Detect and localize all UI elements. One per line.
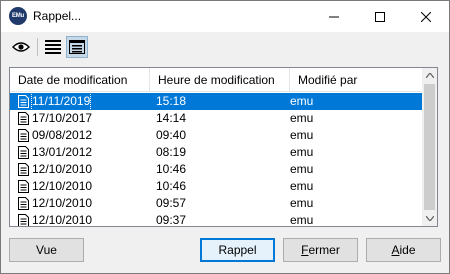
cell-time: 09:40 bbox=[156, 128, 187, 142]
cell-date: 09/08/2012 bbox=[32, 128, 93, 142]
cell-user: emu bbox=[290, 128, 314, 142]
list-row[interactable]: 17/10/2017 14:14 emu bbox=[10, 110, 422, 127]
document-icon bbox=[18, 163, 29, 176]
list-row[interactable]: 12/10/2010 10:46 emu bbox=[10, 178, 422, 195]
fermer-label-rest: ermer bbox=[308, 243, 340, 257]
cell-date: 17/10/2017 bbox=[32, 111, 93, 125]
document-icon bbox=[18, 129, 29, 142]
minimize-icon bbox=[329, 16, 339, 17]
eye-icon bbox=[12, 42, 30, 52]
cell-time: 10:46 bbox=[156, 179, 187, 193]
scroll-thumb[interactable] bbox=[424, 84, 435, 210]
close-icon bbox=[421, 11, 431, 22]
aide-label-rest: ide bbox=[399, 243, 416, 257]
cell-time: 15:18 bbox=[156, 94, 187, 108]
list-row[interactable]: 12/10/2010 10:46 emu bbox=[10, 161, 422, 178]
cell-date: 11/11/2019 bbox=[30, 92, 92, 111]
list-view-button[interactable] bbox=[42, 36, 64, 58]
cell-user: emu bbox=[290, 94, 314, 108]
fermer-mnemonic: F bbox=[301, 243, 309, 257]
list-row[interactable]: 12/10/2010 09:37 emu bbox=[10, 212, 422, 227]
list-header: Date de modification Heure de modificati… bbox=[10, 68, 422, 92]
cell-date: 12/10/2010 bbox=[32, 162, 93, 176]
list-row[interactable]: 09/08/2012 09:40 emu bbox=[10, 127, 422, 144]
aide-mnemonic: A bbox=[391, 243, 400, 257]
scroll-up-button[interactable] bbox=[422, 68, 437, 83]
column-header-time[interactable]: Heure de modification bbox=[150, 68, 290, 92]
cell-date: 12/10/2010 bbox=[32, 213, 93, 227]
column-header-date[interactable]: Date de modification bbox=[10, 68, 150, 92]
cell-user: emu bbox=[290, 179, 314, 193]
cell-date: 13/01/2012 bbox=[32, 145, 93, 159]
window-title: Rappel... bbox=[33, 9, 82, 23]
fermer-button[interactable]: Fermer bbox=[283, 238, 358, 262]
cell-time: 14:14 bbox=[156, 111, 187, 125]
document-icon bbox=[18, 197, 29, 210]
cell-user: emu bbox=[290, 213, 314, 227]
cell-user: emu bbox=[290, 162, 314, 176]
maximize-button[interactable] bbox=[357, 1, 403, 32]
toolbar-separator bbox=[37, 38, 38, 56]
list-row[interactable]: 13/01/2012 08:19 emu bbox=[10, 144, 422, 161]
rappel-button[interactable]: Rappel bbox=[200, 238, 275, 262]
chevron-up-icon bbox=[425, 73, 434, 78]
document-icon bbox=[18, 112, 29, 125]
list-row[interactable]: 11/11/2019 15:18 emu bbox=[10, 92, 422, 111]
document-icon bbox=[18, 146, 29, 159]
document-icon bbox=[18, 95, 29, 108]
minimize-button[interactable] bbox=[311, 1, 357, 32]
close-button[interactable] bbox=[403, 1, 449, 32]
scroll-down-button[interactable] bbox=[422, 211, 437, 226]
cell-time: 08:19 bbox=[156, 145, 187, 159]
details-view-icon bbox=[69, 40, 85, 54]
title-bar[interactable]: EMu Rappel... bbox=[1, 1, 449, 32]
cell-user: emu bbox=[290, 111, 314, 125]
toolbar bbox=[1, 32, 449, 64]
cell-user: emu bbox=[290, 145, 314, 159]
dialog-window: EMu Rappel... Date de modification Heure… bbox=[0, 0, 450, 274]
list-view-icon bbox=[45, 40, 61, 54]
document-icon bbox=[18, 180, 29, 193]
vue-button[interactable]: Vue bbox=[9, 238, 84, 262]
view-toggle-button[interactable] bbox=[10, 36, 32, 58]
vertical-scrollbar[interactable] bbox=[422, 68, 437, 226]
cell-time: 09:57 bbox=[156, 196, 187, 210]
document-icon bbox=[18, 214, 29, 226]
list-body: 11/11/2019 15:18 emu 17/10/2017 14:14 emu 09/0… bbox=[10, 92, 422, 227]
history-list[interactable]: Date de modification Heure de modificati… bbox=[9, 67, 438, 227]
details-view-button[interactable] bbox=[66, 36, 88, 58]
aide-button[interactable]: Aide bbox=[366, 238, 441, 262]
column-header-user[interactable]: Modifié par bbox=[290, 68, 422, 92]
chevron-down-icon bbox=[425, 216, 434, 221]
list-row[interactable]: 12/10/2010 09:57 emu bbox=[10, 195, 422, 212]
cell-user: emu bbox=[290, 196, 314, 210]
maximize-icon bbox=[375, 11, 385, 22]
cell-date: 12/10/2010 bbox=[32, 196, 93, 210]
cell-time: 10:46 bbox=[156, 162, 187, 176]
cell-time: 09:37 bbox=[156, 213, 187, 227]
cell-date: 12/10/2010 bbox=[32, 179, 93, 193]
app-logo-icon: EMu bbox=[9, 7, 27, 25]
